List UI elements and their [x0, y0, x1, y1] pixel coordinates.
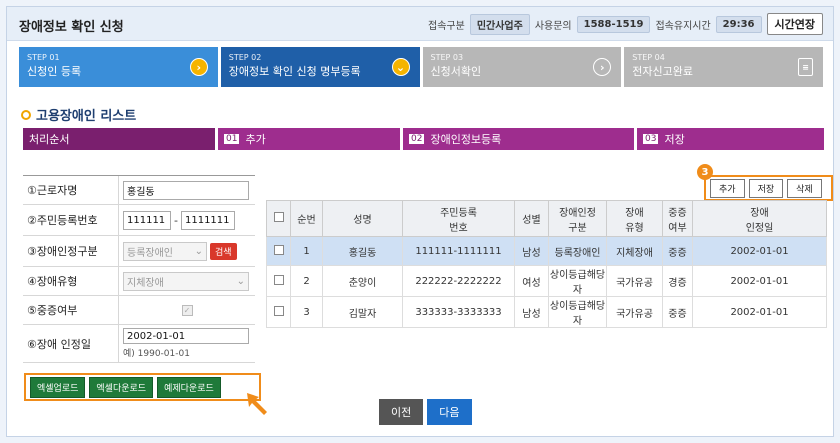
- page-frame: 장애정보 확인 신청 접속구분 민간사업주 사용문의 1588-1519 접속유…: [6, 6, 834, 437]
- prev-button[interactable]: 이전: [379, 399, 424, 425]
- excel-upload-button[interactable]: 엑셀업로드: [30, 376, 86, 398]
- table-action-group: 추가 저장 삭제: [704, 175, 833, 201]
- col-sex: 성별: [514, 200, 549, 237]
- chevron-right-icon: ›: [189, 58, 208, 76]
- table-row[interactable]: 2 춘양이 222222-2222222 여성 상이등급해당자 국가유공 경증 2002-…: [266, 265, 827, 297]
- table-header-row: 순번 성명 주민등록 번호 성별 장애인정 구분 장애 유형 중증 여부 장애 …: [266, 200, 827, 237]
- step-3: STEP 03 신청서확인 ›: [422, 47, 622, 87]
- severe-label: ⑤중증여부: [23, 296, 119, 324]
- col-kind: 장애 유형: [606, 200, 663, 237]
- severe-checkbox[interactable]: ✓: [181, 304, 193, 316]
- support-label: 사용문의: [534, 20, 572, 32]
- search-button[interactable]: 검색: [210, 242, 237, 260]
- row-checkbox[interactable]: [273, 274, 284, 285]
- chevron-down-icon: ⌄: [236, 275, 245, 287]
- excel-download-button[interactable]: 엑셀다운로드: [89, 376, 154, 398]
- process-order-bar: 처리순서 01 추가 02 장애인정보등록 03 저장: [23, 128, 824, 150]
- pointer-arrow-icon: [247, 393, 267, 415]
- name-label: ①근로자명: [23, 176, 119, 204]
- page-navigation: 이전 다음: [379, 399, 472, 425]
- col-date: 장애 인정일: [692, 200, 827, 237]
- page-title: 장애정보 확인 신청: [19, 20, 124, 35]
- col-type: 장애인정 구분: [548, 200, 607, 237]
- step-1[interactable]: STEP 01 신청인 등록 ›: [19, 47, 218, 87]
- delete-button[interactable]: 삭제: [787, 178, 822, 198]
- date-input[interactable]: 2002-01-01: [123, 328, 249, 344]
- download-button-group: 엑셀업로드 엑셀다운로드 예제다운로드: [24, 373, 261, 401]
- col-name: 성명: [322, 200, 403, 237]
- type-label: ③장애인정구분: [23, 236, 119, 266]
- section-title: 고용장애인 리스트: [21, 105, 136, 124]
- table-row[interactable]: 1 홍길동 111111-1111111 남성 등록장애인 지체장애 중증 2002-01…: [266, 236, 827, 266]
- session-info: 접속구분 민간사업주 사용문의 1588-1519 접속유지시간 29:36 시…: [428, 13, 823, 35]
- col-severe: 중증 여부: [662, 200, 693, 237]
- row-checkbox[interactable]: [273, 305, 284, 316]
- sample-download-button[interactable]: 예제다운로드: [157, 376, 221, 398]
- conn-label: 접속구분: [428, 20, 465, 32]
- step-indicator: STEP 01 신청인 등록 › STEP 02 장애정보 확인 신청 명부등록…: [19, 47, 823, 87]
- session-label: 접속유지시간: [655, 20, 711, 32]
- session-time: 29:36: [715, 15, 762, 33]
- employee-form: ①근로자명 홍길동 ②주민등록번호 111111 - 1111111 ③장애인정…: [23, 175, 255, 363]
- step-4: STEP 04 전자신고완료 ≡: [624, 47, 823, 87]
- rrn-back-input[interactable]: 1111111: [180, 210, 235, 230]
- conn-value: 민간사업주: [469, 13, 530, 35]
- kind-label: ④장애유형: [23, 267, 119, 295]
- employee-table: 순번 성명 주민등록 번호 성별 장애인정 구분 장애 유형 중증 여부 장애 …: [266, 200, 827, 328]
- document-icon: ≡: [798, 58, 813, 76]
- process-step-add: 01 추가: [218, 128, 400, 150]
- support-phone: 1588-1519: [576, 15, 651, 33]
- name-input[interactable]: 홍길동: [123, 180, 249, 200]
- date-hint: 예) 1990-01-01: [123, 349, 190, 359]
- kind-select[interactable]: 지체장애 ⌄: [123, 271, 249, 291]
- process-step-save: 03 저장: [637, 128, 824, 150]
- next-button[interactable]: 다음: [427, 399, 472, 425]
- rrn-front-input[interactable]: 111111: [123, 210, 171, 230]
- top-bar: 장애정보 확인 신청 접속구분 민간사업주 사용문의 1588-1519 접속유…: [7, 7, 833, 41]
- bullet-ring-icon: [21, 109, 31, 120]
- chevron-down-icon: ⌄: [194, 245, 203, 257]
- process-step-register: 02 장애인정보등록: [403, 128, 634, 150]
- save-button[interactable]: 저장: [748, 178, 784, 198]
- rrn-label: ②주민등록번호: [23, 205, 119, 235]
- chevron-down-icon: ⌄: [391, 58, 410, 76]
- type-select[interactable]: 등록장애인 ⌄: [123, 241, 207, 261]
- row-checkbox[interactable]: [273, 244, 284, 255]
- col-no: 순번: [290, 200, 323, 237]
- col-rrn: 주민등록 번호: [402, 200, 515, 237]
- table-row[interactable]: 3 김말자 333333-3333333 남성 상이등급해당자 국가유공 중증 2002-…: [266, 296, 827, 328]
- process-header: 처리순서: [23, 128, 215, 150]
- extend-session-button[interactable]: 시간연장: [766, 13, 823, 35]
- select-all-checkbox[interactable]: [273, 212, 284, 222]
- date-label: ⑥장애 인정일: [23, 325, 119, 362]
- step-2[interactable]: STEP 02 장애정보 확인 신청 명부등록 ⌄: [220, 47, 420, 87]
- add-button[interactable]: 추가: [710, 178, 745, 198]
